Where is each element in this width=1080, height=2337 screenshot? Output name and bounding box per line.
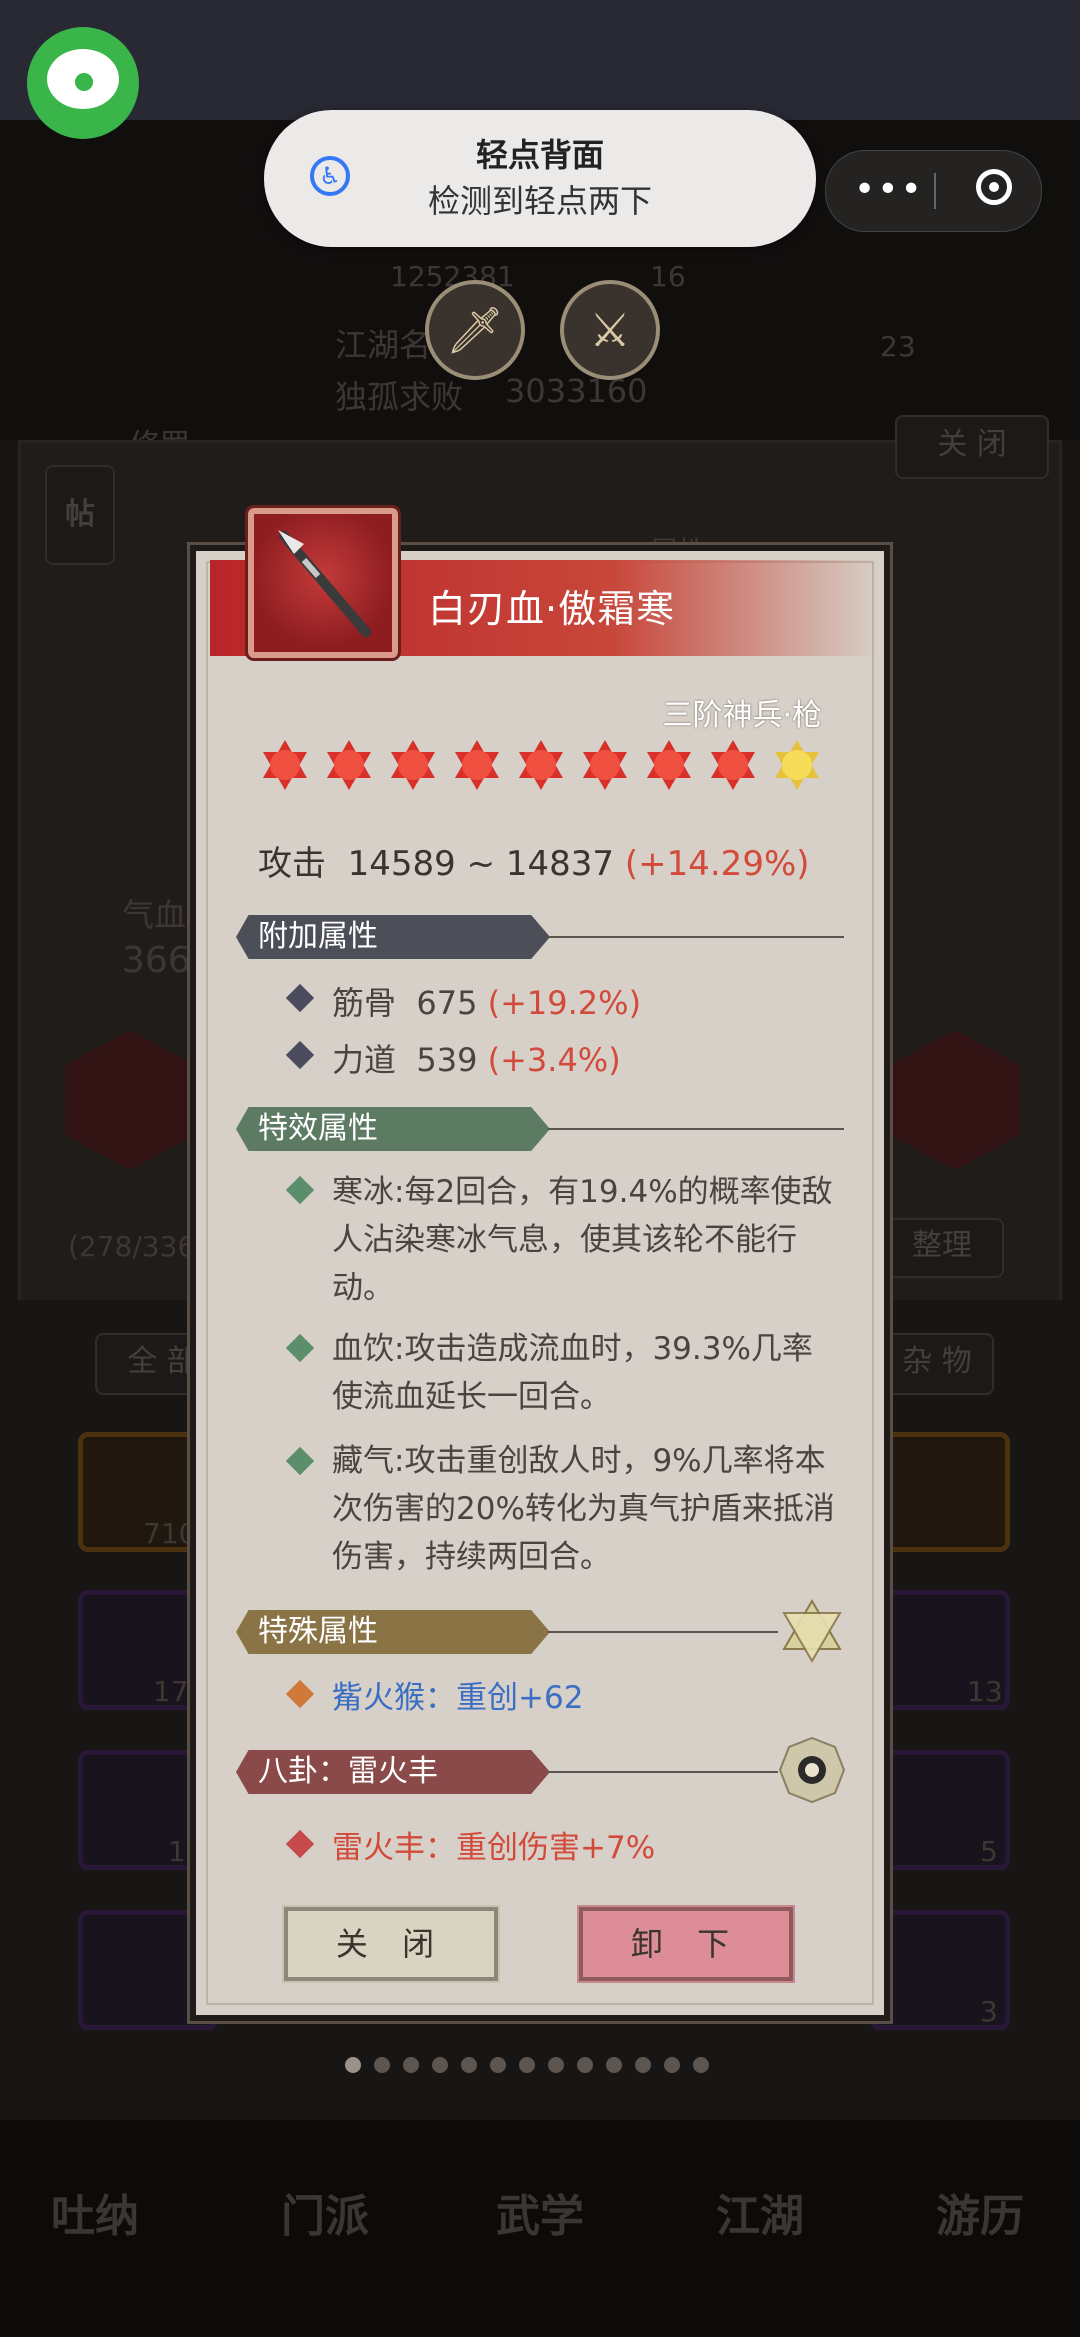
- star-red-icon: [642, 738, 696, 792]
- spear-icon: [278, 530, 371, 637]
- effect-text: 藏气:攻击重创敌人时，9%几率将本次伤害的20%转化为真气护盾来抵消伤害，持续两…: [332, 1443, 835, 1575]
- star-red-icon: [706, 738, 760, 792]
- attack-bonus: (+14.29%): [624, 844, 810, 884]
- special-attr-value: 觜火猴：重创+62: [332, 1680, 584, 1716]
- effect-attr-header: 特效属性: [236, 1107, 550, 1151]
- star-red-icon: [514, 738, 568, 792]
- unequip-button[interactable]: 卸 下: [577, 1905, 795, 1983]
- star-rating: [258, 738, 824, 792]
- mini-program-capsule: •••: [825, 150, 1042, 232]
- bagua-effect-value: 雷火丰：重创伤害+7%: [332, 1830, 656, 1866]
- item-grade: 三阶神兵·枪: [662, 698, 822, 733]
- bagua-header: 八卦：雷火丰: [236, 1750, 550, 1794]
- extra-attr-header: 附加属性: [236, 915, 550, 959]
- weapon-image: [245, 505, 401, 661]
- close-miniprogram-icon[interactable]: [976, 169, 1012, 205]
- effect-text: 寒冰:每2回合，有19.4%的概率使敌人沾染寒冰气息，使其该轮不能行动。: [332, 1174, 833, 1306]
- attack-row: 攻击 14589 ~ 14837 (+14.29%): [258, 836, 810, 885]
- star-red-icon: [386, 738, 440, 792]
- attack-label: 攻击: [258, 844, 326, 884]
- app-logo-icon: [27, 27, 139, 139]
- more-icon[interactable]: •••: [854, 169, 924, 210]
- toast-title: 轻点背面: [475, 136, 604, 174]
- dual-blade-icon[interactable]: ⚔: [560, 280, 660, 380]
- effect-text: 血饮:攻击造成流血时，39.3%几率使流血延长一回合。: [332, 1331, 813, 1415]
- bagua-icon: [778, 1736, 846, 1804]
- six-star-emblem-icon: [782, 1599, 842, 1663]
- extra-attr-row: 筋骨 675 (+19.2%): [332, 984, 642, 1022]
- attack-range: 14589 ~ 14837: [347, 844, 615, 884]
- item-name: 白刃血·傲霜寒: [428, 587, 676, 631]
- sword-icon[interactable]: 🗡: [425, 280, 525, 380]
- star-red-icon: [258, 738, 312, 792]
- page-indicator: [345, 2057, 709, 2073]
- star-gold-icon: [770, 738, 824, 792]
- close-button[interactable]: 关 闭: [282, 1905, 500, 1983]
- star-red-icon: [578, 738, 632, 792]
- star-red-icon: [450, 738, 504, 792]
- accessibility-toast: ♿ 轻点背面 检测到轻点两下: [264, 110, 816, 247]
- star-red-icon: [322, 738, 376, 792]
- special-attr-header: 特殊属性: [236, 1610, 550, 1654]
- toast-subtitle: 检测到轻点两下: [427, 182, 652, 220]
- extra-attr-row: 力道 539 (+3.4%): [332, 1041, 621, 1079]
